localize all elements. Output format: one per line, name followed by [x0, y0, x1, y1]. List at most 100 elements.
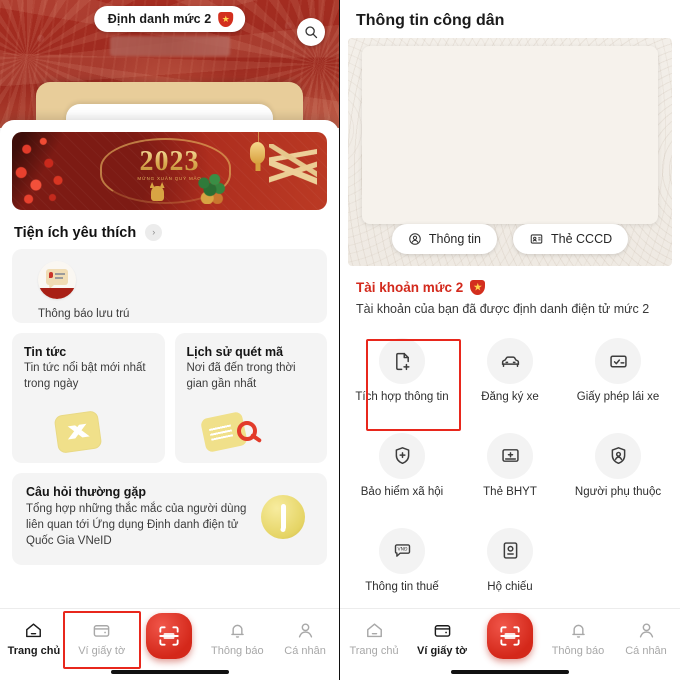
nav-label: Trang chủ — [7, 645, 61, 657]
citizen-info-header: Thông tin công dân — [340, 0, 680, 38]
residence-notice-icon[interactable] — [38, 261, 76, 299]
nav-center-slot — [136, 613, 204, 659]
grid-item-nguoi-phu-thuoc[interactable]: Người phụ thuộc — [564, 425, 672, 508]
grid-item-tich-hop-thong-tin[interactable]: Tích hợp thông tin — [348, 330, 456, 413]
favorites-card: Thông báo lưu trú — [12, 249, 327, 323]
identity-level-badge[interactable]: Định danh mức 2 ★ — [93, 6, 246, 32]
nav-label: Ví giấy tờ — [417, 645, 467, 657]
right-phone-panel: Thông tin công dân Thông tin Thẻ CCCD Tà… — [340, 0, 680, 680]
home-icon — [24, 621, 43, 640]
grid-item-the-bhyt[interactable]: Thẻ BHYT — [456, 425, 564, 508]
grid-item-ho-chieu[interactable]: Hộ chiếu — [456, 520, 564, 603]
person-icon — [637, 621, 656, 640]
banner-year-text: 2023 — [139, 146, 200, 177]
exclamation-coin-icon — [261, 495, 305, 539]
svg-text:VNĐ: VNĐ — [397, 547, 407, 553]
nav-item-trang-chu[interactable]: Trang chủ — [340, 621, 408, 657]
faq-title: Câu hỏi thường gặp — [26, 485, 147, 499]
document-plus-icon — [379, 338, 425, 384]
wallet-icon — [433, 621, 452, 640]
grid-item-giay-phep-lai-xe[interactable]: Giấy phép lái xe — [564, 330, 672, 413]
app-screenshot: Định danh mức 2 ★ 2023 MỪNG XUÂN QUÝ MÃO — [0, 0, 680, 680]
nav-label: Ví giấy tờ — [78, 645, 126, 657]
nav-item-vi-giay-to[interactable]: Ví giấy tờ — [68, 621, 136, 657]
grid-item-label: Thông tin thuế — [365, 580, 439, 593]
wallet-icon — [92, 621, 111, 640]
scan-history-card-title: Lịch sử quét mã — [186, 345, 284, 359]
nav-label: Cá nhân — [625, 645, 667, 657]
grid-item-label: Đăng ký xe — [481, 391, 539, 403]
grid-item-label: Tích hợp thông tin — [355, 391, 449, 403]
tab-thong-tin[interactable]: Thông tin — [391, 224, 497, 254]
news-card[interactable]: Tin tức Tin tức nổi bật mới nhất trong n… — [12, 333, 165, 463]
grid-item-label: Hộ chiếu — [487, 580, 533, 593]
news-card-title: Tin tức — [24, 345, 67, 359]
service-grid: Tích hợp thông tin Đăng ký xe Giấy phép … — [340, 316, 680, 602]
qr-scan-button[interactable] — [146, 613, 193, 659]
tab-label: Thông tin — [428, 232, 481, 246]
grid-item-thong-tin-thue[interactable]: VNĐ Thông tin thuế — [348, 520, 456, 603]
nav-item-vi-giay-to[interactable]: Ví giấy tờ — [408, 621, 476, 657]
health-card-icon — [487, 432, 533, 479]
news-card-desc: Tin tức nổi bật mới nhất trong ngày — [24, 362, 146, 390]
qr-scan-icon — [500, 626, 520, 646]
cat-icon — [150, 186, 164, 201]
home-indicator — [110, 670, 229, 674]
kumquat-plant-icon — [194, 174, 229, 204]
bell-icon — [228, 621, 247, 640]
shield-plus-icon — [379, 432, 425, 479]
calligraphy-icon — [269, 144, 317, 198]
dependent-person-icon — [595, 432, 641, 479]
scan-history-icon — [175, 409, 328, 455]
faq-card[interactable]: Câu hỏi thường gặp Tổng hợp những thắc m… — [12, 473, 327, 565]
nav-item-ca-nhan[interactable]: Cá nhân — [612, 621, 680, 657]
tab-the-cccd[interactable]: Thẻ CCCD — [513, 224, 629, 254]
search-button[interactable] — [297, 18, 325, 46]
qr-scan-button[interactable] — [487, 613, 533, 659]
person-icon — [296, 621, 315, 640]
nav-label: Cá nhân — [284, 645, 326, 657]
grid-item-label: Thẻ BHYT — [483, 485, 537, 498]
grid-item-label: Giấy phép lái xe — [576, 391, 660, 403]
faq-desc: Tổng hợp những thắc mắc của người dùng l… — [26, 503, 247, 548]
account-level-desc: Tài khoản của bạn đã được định danh điện… — [356, 302, 650, 316]
vnd-tax-icon: VNĐ — [379, 527, 425, 574]
page-title: Thông tin công dân — [356, 12, 505, 29]
scan-history-card[interactable]: Lịch sử quét mã Nơi đã đến trong thời gi… — [174, 333, 328, 463]
person-circle-icon — [409, 233, 421, 245]
peach-blossom-icon — [12, 132, 104, 210]
nav-item-trang-chu[interactable]: Trang chủ — [0, 621, 68, 657]
shield-star-icon: ★ — [470, 280, 486, 295]
license-check-icon — [595, 338, 641, 384]
passport-icon — [487, 527, 533, 574]
nav-item-thong-bao[interactable]: Thông báo — [544, 621, 612, 657]
tet-promo-banner[interactable]: 2023 MỪNG XUÂN QUÝ MÃO — [12, 132, 327, 210]
shield-star-icon: ★ — [218, 11, 234, 27]
lantern-icon — [250, 132, 265, 164]
chevron-right-icon[interactable]: › — [145, 224, 163, 241]
search-icon — [305, 26, 318, 39]
nav-label: Trang chủ — [349, 645, 399, 657]
redacted-id-card — [362, 46, 658, 224]
id-card-icon — [530, 234, 543, 244]
id-card-stage: Thông tin Thẻ CCCD — [348, 38, 672, 266]
qr-scan-icon — [159, 626, 180, 646]
grid-item-bao-hiem-xa-hoi[interactable]: Bảo hiểm xã hội — [348, 425, 456, 508]
home-indicator — [451, 670, 569, 674]
nav-item-thong-bao[interactable]: Thông báo — [203, 621, 271, 657]
banner-subtitle: MỪNG XUÂN QUÝ MÃO — [137, 176, 202, 181]
nav-center-slot — [476, 613, 544, 659]
grid-item-label: Bảo hiểm xã hội — [360, 485, 444, 498]
favorites-section-header: Tiện ích yêu thích › — [14, 224, 325, 241]
account-level-title: Tài khoản mức 2 — [356, 280, 464, 295]
nav-label: Thông báo — [551, 645, 605, 657]
favorites-title: Tiện ích yêu thích — [14, 224, 137, 241]
card-tab-group: Thông tin Thẻ CCCD — [348, 224, 672, 254]
tab-label: Thẻ CCCD — [551, 232, 613, 246]
nav-item-ca-nhan[interactable]: Cá nhân — [271, 621, 339, 657]
bell-icon — [569, 621, 588, 640]
feature-card-row: Tin tức Tin tức nổi bật mới nhất trong n… — [12, 333, 327, 463]
account-level-title-row: Tài khoản mức 2 ★ — [356, 280, 664, 295]
scan-history-card-desc: Nơi đã đến trong thời gian gần nhất — [186, 362, 296, 390]
grid-item-dang-ky-xe[interactable]: Đăng ký xe — [456, 330, 564, 413]
